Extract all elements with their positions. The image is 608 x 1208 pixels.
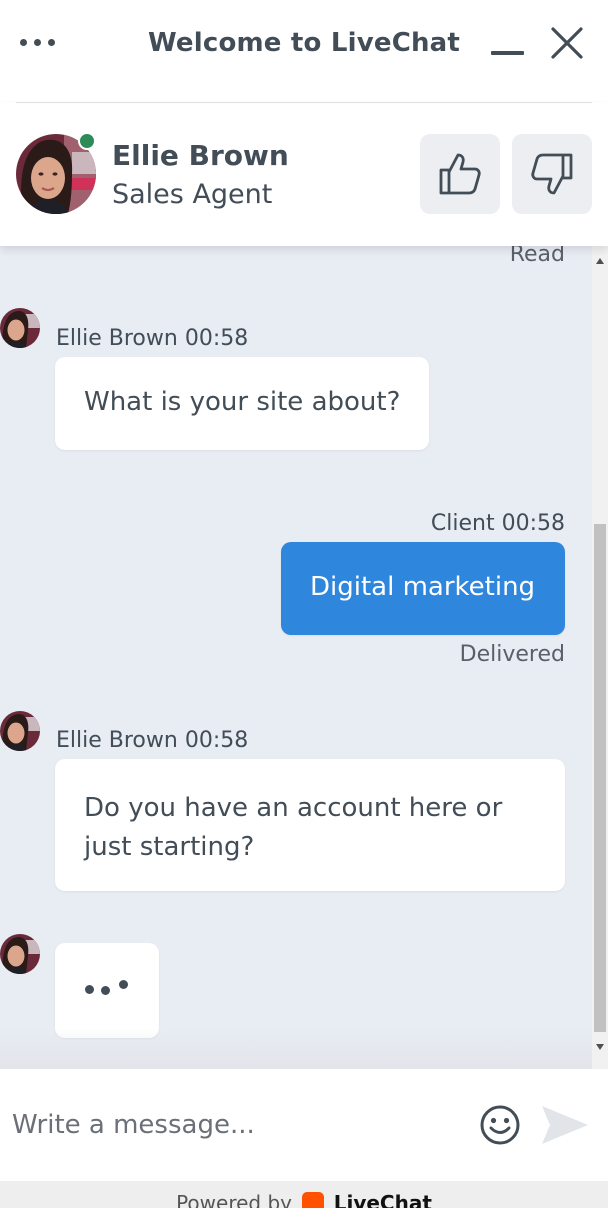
rate-good-button[interactable] — [420, 134, 500, 214]
emoji-button[interactable] — [478, 1103, 522, 1147]
chat-scrollbar[interactable] — [592, 246, 608, 1069]
client-message-bubble: Digital marketing — [281, 542, 565, 635]
minimize-button[interactable] — [486, 24, 530, 64]
delivered-status: Delivered — [459, 642, 565, 667]
read-status: Read — [509, 246, 565, 267]
author-name: Ellie Brown — [56, 326, 178, 351]
message-line: Do you have an account here or — [84, 793, 503, 823]
title-bar: Welcome to LiveChat — [0, 0, 608, 102]
agent-name: Ellie Brown — [112, 139, 289, 172]
menu-dot — [20, 38, 27, 46]
agent-mini-avatar — [0, 934, 40, 974]
typing-indicator — [55, 943, 159, 1038]
agent-header: Ellie Brown Sales Agent — [0, 103, 608, 246]
thumbs-up-icon — [439, 153, 481, 195]
agent-mini-avatar — [0, 711, 40, 751]
chat-messages-area[interactable]: Read Ellie Brown 00:58 What is your site… — [0, 246, 592, 1069]
menu-dot — [48, 38, 55, 46]
close-icon — [551, 27, 583, 59]
send-button[interactable] — [540, 1102, 590, 1148]
message-time: 00:58 — [184, 326, 249, 351]
scrollbar-thumb[interactable] — [594, 524, 606, 1032]
rate-bad-button[interactable] — [512, 134, 592, 214]
more-dots-icon[interactable] — [20, 32, 64, 52]
typing-dot — [119, 980, 128, 989]
message-composer — [0, 1069, 608, 1181]
chat-bottom-fade — [0, 1029, 592, 1069]
livechat-logo-icon — [302, 1192, 325, 1208]
paper-plane-icon — [542, 1106, 588, 1144]
minimize-icon — [491, 51, 524, 55]
message-author-time: Ellie Brown 00:58 — [56, 728, 248, 753]
message-time: 00:58 — [184, 728, 249, 753]
agent-message-bubble: What is your site about? — [55, 357, 429, 450]
powered-by-footer: Powered by LiveChat — [0, 1181, 608, 1208]
message-input[interactable] — [12, 1099, 452, 1151]
thumbs-down-icon — [531, 153, 573, 195]
agent-message-bubble: Do you have an account here or just star… — [55, 759, 565, 891]
scroll-up-arrow-icon[interactable] — [596, 258, 604, 264]
smiley-icon — [480, 1105, 520, 1145]
typing-dot — [85, 985, 94, 994]
powered-by-label: Powered by — [176, 1191, 292, 1208]
close-button[interactable] — [546, 24, 586, 64]
scroll-down-arrow-icon[interactable] — [596, 1044, 604, 1050]
menu-dot — [34, 38, 41, 46]
powered-by-text: Powered by LiveChat — [0, 1191, 608, 1208]
author-name: Ellie Brown — [56, 728, 178, 753]
message-time: 00:58 — [501, 511, 565, 536]
typing-dot — [101, 986, 110, 995]
agent-role: Sales Agent — [112, 179, 273, 210]
message-author-time: Ellie Brown 00:58 — [56, 326, 248, 351]
message-author-time: Client 00:58 — [431, 511, 565, 536]
agent-mini-avatar — [0, 308, 40, 348]
author-name: Client — [430, 511, 495, 536]
message-line: just starting? — [84, 832, 255, 862]
brand-name[interactable]: LiveChat — [334, 1191, 432, 1208]
online-status-dot — [78, 132, 96, 150]
